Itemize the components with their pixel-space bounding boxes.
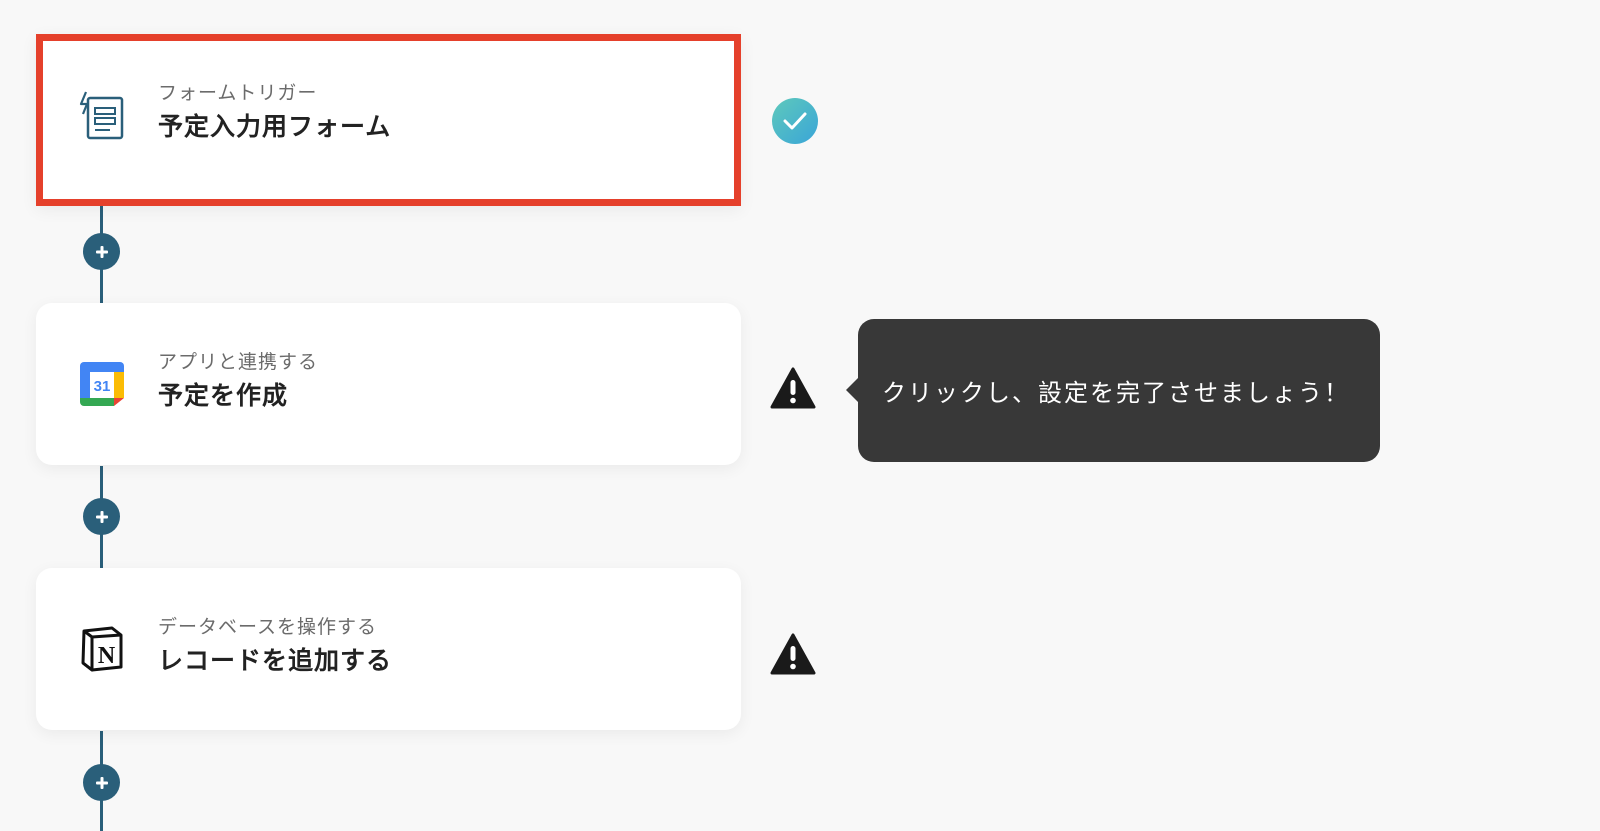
form-trigger-icon	[76, 89, 128, 141]
step-card-form-trigger[interactable]: フォームトリガー 予定入力用フォーム	[36, 34, 741, 206]
add-step-button[interactable]	[83, 498, 120, 535]
warning-icon	[769, 364, 817, 412]
add-step-button[interactable]	[83, 233, 120, 270]
notion-icon: N	[76, 623, 128, 675]
step-card-add-record[interactable]: N データベースを操作する レコードを追加する	[36, 568, 741, 730]
svg-text:N: N	[98, 643, 116, 669]
add-step-button[interactable]	[83, 764, 120, 801]
step-title: レコードを追加する	[158, 646, 393, 675]
plus-icon	[95, 245, 108, 258]
tooltip-arrow	[846, 378, 858, 402]
step-title: 予定を作成	[158, 381, 289, 410]
tooltip-text: クリックし、設定を完了させましょう！	[882, 379, 1350, 407]
step-title: 予定入力用フォーム	[158, 112, 392, 141]
step-type-label: アプリと連携する	[158, 351, 319, 373]
setup-hint-tooltip: クリックし、設定を完了させましょう！	[846, 319, 1380, 462]
step-card-create-event[interactable]: 31 アプリと連携する 予定を作成	[36, 303, 741, 465]
flow-canvas: フォームトリガー 予定入力用フォーム 31 アプリと連携する 予定を作成 クリッ…	[0, 0, 1600, 831]
google-calendar-icon: 31	[76, 358, 128, 410]
svg-text:31: 31	[94, 378, 111, 395]
complete-check-icon	[771, 97, 819, 145]
plus-icon	[95, 776, 108, 789]
warning-icon	[769, 630, 817, 678]
plus-icon	[95, 510, 108, 523]
step-type-label: フォームトリガー	[158, 82, 318, 104]
step-type-label: データベースを操作する	[158, 616, 378, 638]
